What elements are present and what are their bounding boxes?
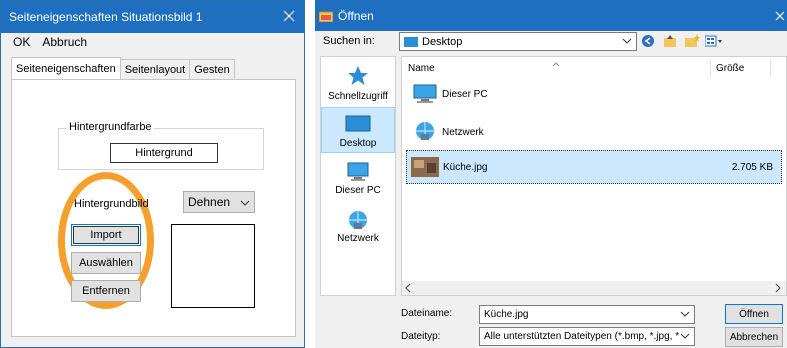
- file-row-network[interactable]: Netzwerk: [406, 115, 782, 149]
- tab-page-properties[interactable]: Seiteneigenschaften: [11, 57, 121, 79]
- computer-icon: [347, 162, 369, 181]
- tab-panel: Hintergrundfarbe Hintergrund Hintergrund…: [11, 79, 296, 337]
- network-icon: [349, 211, 367, 229]
- filetype-select[interactable]: Alle unterstützten Dateitypen (*.bmp, *.…: [479, 327, 695, 346]
- chevron-down-icon: [680, 307, 690, 324]
- place-this-pc[interactable]: Dieser PC: [321, 161, 395, 205]
- back-icon[interactable]: [639, 33, 657, 49]
- look-in-label: Suchen in:: [323, 35, 375, 47]
- background-image-label: Hintergrundbild: [74, 198, 149, 210]
- cancel-button[interactable]: Abbrechen: [725, 327, 783, 347]
- place-label: Schnellzugriff: [328, 91, 388, 102]
- title-bar: Seiteneigenschaften Situationsbild 1: [1, 1, 304, 33]
- desktop-icon: [404, 36, 418, 47]
- remove-button[interactable]: Entfernen: [71, 280, 141, 302]
- open-file-dialog: Öffnen Suchen in: Desktop Schnellzugriff…: [315, 0, 787, 348]
- menu-bar: OK Abbruch: [1, 33, 304, 51]
- page-properties-dialog: Seiteneigenschaften Situationsbild 1 OK …: [0, 0, 305, 348]
- close-icon[interactable]: [775, 9, 785, 23]
- open-button[interactable]: Öffnen: [725, 304, 783, 324]
- place-desktop[interactable]: Desktop: [321, 107, 395, 153]
- desktop-icon: [345, 115, 371, 132]
- file-name: Dieser PC: [442, 88, 488, 100]
- chevron-down-icon: [240, 195, 250, 209]
- image-preview: [171, 224, 255, 308]
- import-button[interactable]: Import: [71, 224, 141, 246]
- star-icon: [348, 66, 368, 85]
- nav-toolbar: [639, 33, 723, 49]
- file-list: Name Größe Dieser PC Netzwerk Küche.jpg …: [401, 56, 787, 296]
- tab-gestures[interactable]: Gesten: [189, 59, 235, 79]
- folder-app-icon: [319, 10, 333, 22]
- place-label: Netzwerk: [337, 233, 379, 244]
- file-row-kueche[interactable]: Küche.jpg 2.705 KB: [406, 150, 782, 184]
- background-color-button[interactable]: Hintergrund: [110, 143, 218, 163]
- filetype-value: Alle unterstützten Dateitypen (*.bmp, *.…: [484, 331, 680, 342]
- filename-value: Küche.jpg: [484, 309, 529, 320]
- place-label: Dieser PC: [335, 185, 381, 196]
- column-divider[interactable]: [710, 59, 711, 77]
- file-name: Küche.jpg: [443, 161, 488, 173]
- tab-page-layout[interactable]: Seitenlayout: [119, 59, 191, 79]
- view-menu-icon[interactable]: [705, 33, 723, 49]
- place-quick-access[interactable]: Schnellzugriff: [321, 65, 395, 109]
- background-color-label: Hintergrundfarbe: [67, 121, 154, 133]
- chevron-down-icon: [680, 329, 690, 345]
- title-bar: Öffnen: [315, 0, 787, 31]
- network-icon: [416, 122, 434, 140]
- scroll-right-icon[interactable]: [774, 283, 782, 296]
- location-select[interactable]: Desktop: [399, 32, 637, 51]
- dialog-title: Öffnen: [338, 8, 374, 23]
- image-thumbnail-icon: [411, 157, 439, 177]
- places-bar: Schnellzugriff Desktop Dieser PC Netzwer…: [320, 56, 396, 296]
- background-color-group: Hintergrundfarbe Hintergrund: [58, 121, 264, 170]
- menu-cancel[interactable]: Abbruch: [42, 35, 87, 49]
- up-folder-icon[interactable]: [661, 33, 679, 49]
- new-folder-icon[interactable]: [683, 33, 701, 49]
- file-row-this-pc[interactable]: Dieser PC: [406, 77, 782, 111]
- column-header-name[interactable]: Name: [408, 63, 435, 74]
- select-button[interactable]: Auswählen: [71, 252, 141, 274]
- file-name: Netzwerk: [442, 126, 484, 138]
- computer-icon: [413, 84, 437, 103]
- sort-ascending-icon: [552, 58, 560, 70]
- filetype-label: Dateityp:: [401, 331, 441, 342]
- stretch-select-value: Dehnen: [188, 195, 231, 209]
- column-header-size[interactable]: Größe: [716, 63, 744, 74]
- menu-ok[interactable]: OK: [13, 35, 30, 49]
- tab-strip: Seiteneigenschaften Seitenlayout Gesten: [11, 57, 235, 79]
- filename-label: Dateiname:: [401, 308, 453, 319]
- horizontal-scrollbar[interactable]: [402, 281, 786, 295]
- place-label: Desktop: [339, 138, 377, 149]
- filename-input[interactable]: Küche.jpg: [479, 305, 695, 324]
- chevron-down-icon: [622, 35, 632, 50]
- look-in-row: Suchen in: Desktop: [315, 30, 787, 52]
- place-network[interactable]: Netzwerk: [321, 209, 395, 253]
- stretch-select[interactable]: Dehnen: [183, 191, 255, 213]
- location-value: Desktop: [422, 35, 463, 48]
- close-icon[interactable]: [282, 9, 296, 23]
- column-divider[interactable]: [770, 59, 771, 77]
- scroll-left-icon[interactable]: [404, 283, 412, 296]
- file-size: 2.705 KB: [731, 161, 773, 173]
- dialog-title: Seiteneigenschaften Situationsbild 1: [9, 10, 203, 24]
